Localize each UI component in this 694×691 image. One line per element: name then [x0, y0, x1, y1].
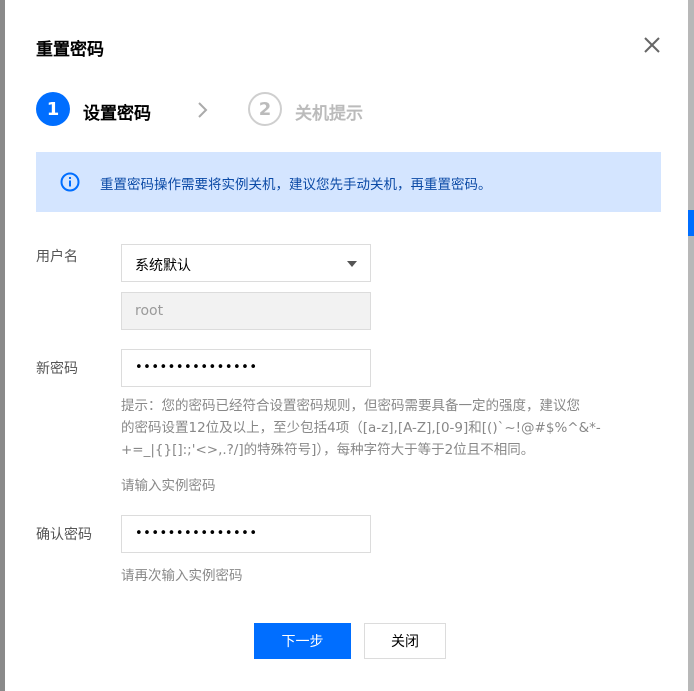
new-password-label: 新密码 [36, 361, 78, 377]
chevron-right-icon [198, 102, 208, 118]
username-input-value: root [135, 303, 164, 319]
password-hint-line: 的密码设置12位及以上，至少包括4项（[a-z],[A-Z],[0-9]和[()… [121, 420, 601, 436]
step-1-label: 设置密码 [83, 104, 151, 124]
background-blue-tab [688, 210, 694, 236]
confirm-password-value: ••••••••••••••• [135, 526, 258, 541]
caret-down-icon [347, 261, 357, 267]
username-input: root [121, 292, 371, 330]
step-indicator: 1 设置密码 2 关机提示 [36, 92, 636, 128]
new-password-input[interactable]: ••••••••••••••• [121, 349, 371, 387]
confirm-password-input[interactable]: ••••••••••••••• [121, 515, 371, 553]
username-select[interactable]: 系统默认 [121, 244, 371, 282]
close-icon[interactable] [641, 34, 663, 56]
password-hint-line: 提示：您的密码已经符合设置密码规则，但密码需要具备一定的强度，建议您 [121, 398, 580, 414]
password-hint: 提示：您的密码已经符合设置密码规则，但密码需要具备一定的强度，建议您 的密码设置… [121, 395, 641, 461]
notice-text: 重置密码操作需要将实例关机，建议您先手动关机，再重置密码。 [100, 177, 492, 193]
close-button[interactable]: 关闭 [364, 623, 446, 659]
username-select-value: 系统默认 [135, 258, 191, 274]
step-2-number: 2 [248, 92, 282, 126]
background-page-edge [688, 0, 694, 691]
new-password-subhint: 请输入实例密码 [121, 478, 216, 494]
step-1-number: 1 [36, 92, 70, 126]
reset-password-dialog: 重置密码 1 设置密码 2 关机提示 重置密码操作需要将实例关机，建议您先手动关… [5, 0, 688, 691]
new-password-value: ••••••••••••••• [135, 360, 258, 375]
confirm-password-subhint: 请再次输入实例密码 [121, 568, 243, 584]
info-icon [60, 172, 80, 192]
notice-banner: 重置密码操作需要将实例关机，建议您先手动关机，再重置密码。 [36, 152, 661, 212]
username-label: 用户名 [36, 249, 78, 265]
dialog-title: 重置密码 [36, 40, 104, 60]
confirm-password-label: 确认密码 [36, 527, 92, 543]
next-button[interactable]: 下一步 [254, 623, 351, 659]
step-2-label: 关机提示 [295, 104, 363, 124]
password-hint-line: +=_|{}[]:;'<>,.?/]的特殊符号]），每种字符大于等于2位且不相同… [121, 442, 535, 458]
